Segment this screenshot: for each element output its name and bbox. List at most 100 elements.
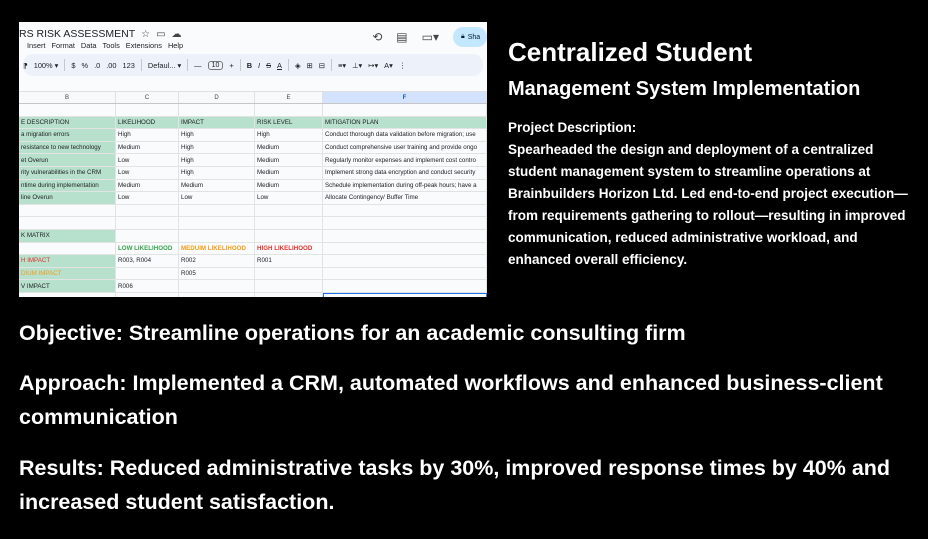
share-button[interactable]: 🔒︎ Sha	[453, 27, 487, 47]
cell[interactable]: RISK LEVEL	[255, 116, 323, 129]
strikethrough-button[interactable]: S	[266, 61, 271, 70]
cell[interactable]	[255, 267, 323, 280]
cell[interactable]	[255, 292, 323, 297]
cell[interactable]	[179, 280, 255, 292]
cell[interactable]: R001	[255, 255, 323, 267]
menu-insert[interactable]: Insert	[27, 41, 45, 50]
merge-icon[interactable]: ⊟	[319, 61, 325, 70]
cell[interactable]: Conduct comprehensive user training and …	[323, 141, 487, 154]
column-header-b[interactable]: B	[19, 92, 116, 103]
cell[interactable]: LIKELIHOOD	[116, 116, 179, 129]
cell[interactable]: Medium	[116, 179, 179, 192]
font-size-decrease[interactable]: —	[194, 61, 201, 70]
cell[interactable]: R003, R004	[116, 255, 179, 267]
cell[interactable]: Medium	[255, 166, 323, 179]
font-size-input[interactable]: 10	[207, 60, 224, 70]
cell[interactable]: H IMPACT	[19, 255, 116, 267]
paint-format-icon[interactable]: ⁋	[23, 61, 28, 70]
valign-icon[interactable]: ⊥▾	[352, 61, 362, 70]
font-size-increase[interactable]: +	[229, 61, 233, 70]
cell[interactable]: Low	[179, 192, 255, 204]
increase-decimal-button[interactable]: .00	[106, 61, 116, 70]
cell[interactable]: HIGH LIKELIHOOD	[255, 242, 323, 255]
cell[interactable]: K MATRIX	[19, 229, 116, 242]
cell[interactable]	[323, 229, 487, 242]
cell[interactable]	[19, 217, 116, 229]
wrap-icon[interactable]: ↦▾	[368, 61, 378, 70]
cell[interactable]: High	[179, 154, 255, 166]
column-header-e[interactable]: E	[255, 92, 323, 103]
cell[interactable]: Low	[116, 166, 179, 179]
cell[interactable]	[323, 280, 487, 292]
cell[interactable]: ntime during implementation	[19, 179, 116, 192]
fill-color-icon[interactable]: ◈	[295, 61, 301, 70]
cell[interactable]: R002	[179, 255, 255, 267]
rotate-icon[interactable]: A▾	[384, 61, 393, 70]
cell[interactable]: DIUM IMPACT	[19, 267, 116, 280]
cell[interactable]	[116, 204, 179, 217]
cell[interactable]: High	[255, 129, 323, 141]
cell[interactable]	[19, 104, 116, 116]
menu-tools[interactable]: Tools	[103, 41, 120, 50]
cell[interactable]	[19, 292, 116, 297]
more-options-icon[interactable]: ⋮	[399, 61, 406, 70]
cell[interactable]: resistance to new technology	[19, 141, 116, 154]
cell[interactable]: Medium	[116, 141, 179, 154]
cell[interactable]	[179, 104, 255, 116]
percent-button[interactable]: %	[82, 61, 89, 70]
cell[interactable]	[179, 217, 255, 229]
star-icon[interactable]: ☆	[141, 29, 150, 40]
cell[interactable]: IMPACT	[179, 116, 255, 129]
cell[interactable]	[116, 229, 179, 242]
column-header-f[interactable]: F	[323, 92, 487, 103]
italic-button[interactable]: I	[258, 61, 260, 70]
borders-icon[interactable]: ⊞	[307, 61, 313, 70]
cell[interactable]	[116, 292, 179, 297]
cell[interactable]	[255, 280, 323, 292]
cell[interactable]: rity vulnerabilities in the CRM	[19, 166, 116, 179]
cell[interactable]: E DESCRIPTION	[19, 116, 116, 129]
meet-icon[interactable]: ▭▾	[422, 30, 439, 44]
cell[interactable]	[323, 267, 487, 280]
cell[interactable]	[323, 242, 487, 255]
cell[interactable]	[255, 204, 323, 217]
cell[interactable]	[116, 267, 179, 280]
cell[interactable]	[116, 217, 179, 229]
menu-help[interactable]: Help	[168, 41, 183, 50]
cell[interactable]: Low	[116, 192, 179, 204]
menu-data[interactable]: Data	[81, 41, 97, 50]
cell[interactable]	[179, 229, 255, 242]
cell[interactable]: et Overun	[19, 154, 116, 166]
cloud-icon[interactable]: ☁	[172, 29, 182, 40]
cell[interactable]	[179, 204, 255, 217]
cell[interactable]: R006	[116, 280, 179, 292]
column-header-c[interactable]: C	[116, 92, 179, 103]
cell[interactable]: Conduct thorough data validation before …	[323, 129, 487, 141]
cell[interactable]: LOW LIKELIHOOD	[116, 242, 179, 255]
zoom-select[interactable]: 100% ▾	[34, 61, 59, 70]
cell[interactable]: line Overun	[19, 192, 116, 204]
cell[interactable]: Medium	[255, 179, 323, 192]
cell[interactable]: Regularly monitor expenses and implement…	[323, 154, 487, 166]
font-select[interactable]: Defaul... ▾	[148, 61, 181, 70]
cell[interactable]	[255, 229, 323, 242]
cell[interactable]: Medium	[255, 154, 323, 166]
cell[interactable]: High	[179, 141, 255, 154]
cell[interactable]: Schedule implementation during off-peak …	[323, 179, 487, 192]
align-icon[interactable]: ≡▾	[338, 61, 346, 70]
bold-button[interactable]: B	[247, 61, 252, 70]
selected-cell[interactable]	[323, 292, 487, 297]
cell[interactable]: MEDUIM LIKELIHOOD	[179, 242, 255, 255]
decrease-decimal-button[interactable]: .0	[94, 61, 100, 70]
currency-button[interactable]: $	[71, 61, 75, 70]
cell[interactable]: R005	[179, 267, 255, 280]
cell[interactable]: Low	[116, 154, 179, 166]
history-icon[interactable]: ⟲	[372, 30, 382, 44]
cell[interactable]	[116, 104, 179, 116]
cell[interactable]	[323, 204, 487, 217]
cell[interactable]	[255, 217, 323, 229]
folder-icon[interactable]: ▭	[156, 29, 165, 40]
cell[interactable]: Implement strong data encryption and con…	[323, 166, 487, 179]
text-color-button[interactable]: A	[277, 61, 282, 70]
cell[interactable]: Medium	[255, 141, 323, 154]
